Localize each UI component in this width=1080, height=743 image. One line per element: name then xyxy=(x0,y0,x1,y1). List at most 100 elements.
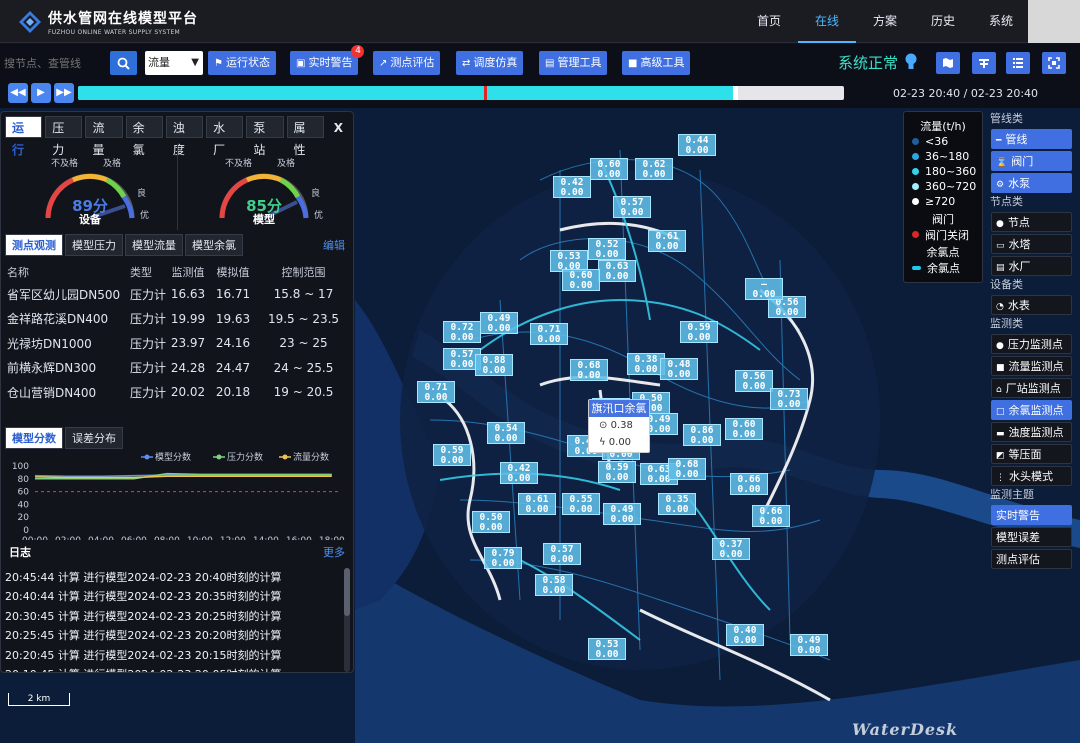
chlorine-marker[interactable]: 0.66 0.00 xyxy=(730,473,768,495)
chlorine-popup[interactable]: 旗汛口余氯 ⊙ 0.38 ϟ 0.00 xyxy=(588,399,650,453)
chlorine-marker[interactable]: 0.56 0.00 xyxy=(735,370,773,392)
tab-turbidity[interactable]: 浊度 xyxy=(165,116,204,157)
nav-online[interactable]: 在线 xyxy=(798,0,856,43)
tab-model-chlorine[interactable]: 模型余氯 xyxy=(185,234,243,256)
chlorine-marker[interactable]: 0.59 0.00 xyxy=(598,461,636,483)
layer-toggle[interactable]: ▭ 水塔 xyxy=(991,234,1072,254)
tab-error-distribution[interactable]: 误差分布 xyxy=(65,427,123,449)
tab-point-observation[interactable]: 测点观测 xyxy=(5,234,63,256)
chlorine-marker[interactable]: 0.58 0.00 xyxy=(535,574,573,596)
chlorine-marker[interactable]: 0.60 0.00 xyxy=(590,158,628,180)
chlorine-marker[interactable]: 0.73 0.00 xyxy=(770,388,808,410)
chlorine-marker[interactable]: 0.72 0.00 xyxy=(443,321,481,343)
tab-chlorine[interactable]: 余氯 xyxy=(125,116,163,157)
timeline-handle[interactable] xyxy=(732,86,738,100)
tab-properties[interactable]: 属性 xyxy=(286,116,324,157)
manage-tools-button[interactable]: ▤ 管理工具 xyxy=(539,51,608,75)
chlorine-marker[interactable]: 0.53 0.00 xyxy=(588,638,626,660)
chlorine-marker[interactable]: 0.52 0.00 xyxy=(588,238,626,260)
chlorine-marker[interactable]: 0.63 0.00 xyxy=(598,260,636,282)
layer-toggle[interactable]: ⚙ 水泵 xyxy=(991,173,1072,193)
layers-button[interactable] xyxy=(972,52,996,74)
log-scrollbar[interactable] xyxy=(344,568,350,672)
tab-model-pressure[interactable]: 模型压力 xyxy=(65,234,123,256)
play-button[interactable]: ▶ xyxy=(31,83,51,103)
chlorine-marker[interactable]: 0.60 0.00 xyxy=(725,418,763,440)
chlorine-marker[interactable]: 0.57 0.00 xyxy=(543,543,581,565)
chlorine-marker[interactable]: 0.71 0.00 xyxy=(530,323,568,345)
layer-toggle[interactable]: ◩ 等压面 xyxy=(991,444,1072,464)
tab-model-flow[interactable]: 模型流量 xyxy=(125,234,183,256)
chlorine-marker[interactable]: —0.00 xyxy=(745,278,783,300)
log-more-link[interactable]: 更多 xyxy=(323,544,345,560)
layer-toggle[interactable]: ▬ 浊度监测点 xyxy=(991,422,1072,442)
advanced-tools-button[interactable]: ■ 高级工具 xyxy=(622,51,691,75)
layer-toggle[interactable]: ⋮ 水头模式 xyxy=(991,466,1072,486)
chlorine-marker[interactable]: 0.86 0.00 xyxy=(683,424,721,446)
chlorine-marker[interactable]: 0.55 0.00 xyxy=(562,493,600,515)
tab-flow[interactable]: 流量 xyxy=(85,116,123,157)
realtime-alert-button[interactable]: ▣ 实时警告 4 xyxy=(290,45,365,75)
nav-home[interactable]: 首页 xyxy=(740,0,798,43)
search-input[interactable] xyxy=(4,52,108,74)
chlorine-marker[interactable]: 0.49 0.00 xyxy=(480,312,518,334)
layer-toggle[interactable]: ● 压力监测点 xyxy=(991,334,1072,354)
chlorine-marker[interactable]: 0.37 0.00 xyxy=(712,538,750,560)
chlorine-marker[interactable]: 0.79 0.00 xyxy=(484,547,522,569)
chlorine-marker[interactable]: 0.49 0.00 xyxy=(790,634,828,656)
chlorine-marker[interactable]: 0.71 0.00 xyxy=(417,381,455,403)
tab-pressure[interactable]: 压力 xyxy=(45,116,83,157)
log-scroll-thumb[interactable] xyxy=(344,568,350,616)
list-button[interactable] xyxy=(1006,52,1030,74)
map-button[interactable] xyxy=(936,52,960,74)
chlorine-marker[interactable]: 0.50 0.00 xyxy=(472,511,510,533)
tab-run[interactable]: 运行 xyxy=(5,116,43,157)
layer-toggle[interactable]: 实时警告 xyxy=(991,505,1072,525)
fullscreen-button[interactable] xyxy=(1042,52,1066,74)
chlorine-marker[interactable]: 0.62 0.00 xyxy=(635,158,673,180)
layer-toggle[interactable]: □ 余氯监测点 xyxy=(991,400,1072,420)
chlorine-marker[interactable]: 0.68 0.00 xyxy=(570,359,608,381)
chlorine-marker[interactable]: 0.68 0.00 xyxy=(668,458,706,480)
edit-link[interactable]: 编辑 xyxy=(323,237,345,253)
chlorine-marker[interactable]: 0.40 0.00 xyxy=(726,624,764,646)
chlorine-marker[interactable]: 0.54 0.00 xyxy=(487,422,525,444)
layer-toggle[interactable]: ⌂ 厂站监测点 xyxy=(991,378,1072,398)
tab-model-score[interactable]: 模型分数 xyxy=(5,427,63,449)
chlorine-marker[interactable]: 0.59 0.00 xyxy=(680,321,718,343)
layer-toggle[interactable]: ● 节点 xyxy=(991,212,1072,232)
table-row[interactable]: 金祥路花溪DN400 压力计 19.99 19.63 19.5 ~ 23.5 xyxy=(7,307,349,332)
dispatch-sim-button[interactable]: ⇄ 调度仿真 xyxy=(456,51,524,75)
table-row[interactable]: 省军区幼儿园DN500 压力计 16.63 16.71 15.8 ~ 17 xyxy=(7,282,349,307)
rewind-button[interactable]: ◀◀ xyxy=(8,83,28,103)
point-eval-button[interactable]: ↗ 测点评估 xyxy=(373,51,441,75)
chlorine-marker[interactable]: 0.42 0.00 xyxy=(553,176,591,198)
chlorine-marker[interactable]: 0.59 0.00 xyxy=(433,444,471,466)
nav-history[interactable]: 历史 xyxy=(914,0,972,43)
layer-select[interactable]: 流量 ▼ xyxy=(145,51,203,75)
table-row[interactable]: 光禄坊DN1000 压力计 23.97 24.16 23 ~ 25 xyxy=(7,331,349,356)
chlorine-marker[interactable]: 0.44 0.00 xyxy=(678,134,716,156)
timeline-slider[interactable] xyxy=(78,86,844,100)
chlorine-marker[interactable]: 0.60 0.00 xyxy=(562,269,600,291)
chlorine-marker[interactable]: 0.66 0.00 xyxy=(752,505,790,527)
chlorine-marker[interactable]: 0.88 0.00 xyxy=(475,354,513,376)
chlorine-marker[interactable]: 0.35 0.00 xyxy=(658,493,696,515)
layer-toggle[interactable]: ▤ 水厂 xyxy=(991,256,1072,276)
chlorine-marker[interactable]: 0.49 0.00 xyxy=(603,503,641,525)
nav-scheme[interactable]: 方案 xyxy=(856,0,914,43)
search-button[interactable] xyxy=(110,51,137,75)
layer-toggle[interactable]: ◔ 水表 xyxy=(991,295,1072,315)
table-row[interactable]: 前横永辉DN300 压力计 24.28 24.47 24 ~ 25.5 xyxy=(7,356,349,381)
chlorine-marker[interactable]: 0.61 0.00 xyxy=(518,493,556,515)
chlorine-marker[interactable]: 0.57 0.00 xyxy=(613,196,651,218)
table-row[interactable]: 仓山营销DN400 压力计 20.02 20.18 19 ~ 20.5 xyxy=(7,380,349,405)
tab-pump-station[interactable]: 泵站 xyxy=(246,116,284,157)
close-panel-button[interactable]: X xyxy=(327,116,350,138)
user-avatar[interactable] xyxy=(1028,0,1080,43)
layer-toggle[interactable]: ⌛ 阀门 xyxy=(991,151,1072,171)
layer-toggle[interactable]: ■ 流量监测点 xyxy=(991,356,1072,376)
layer-toggle[interactable]: 测点评估 xyxy=(991,549,1072,569)
chlorine-marker[interactable]: 0.48 0.00 xyxy=(660,358,698,380)
layer-toggle[interactable]: 模型误差 xyxy=(991,527,1072,547)
